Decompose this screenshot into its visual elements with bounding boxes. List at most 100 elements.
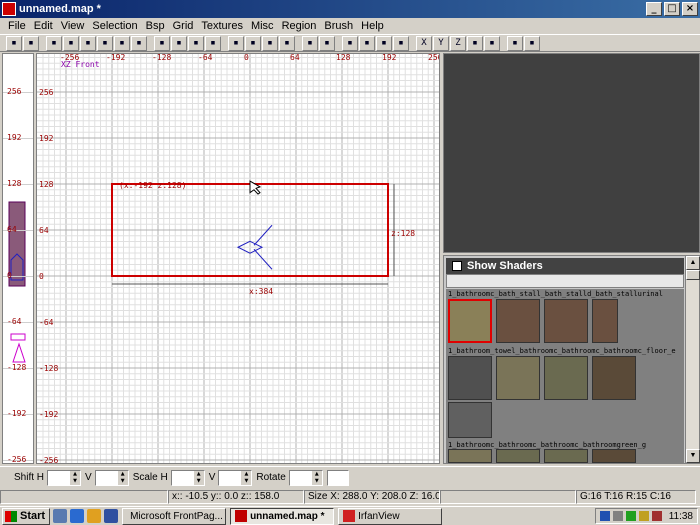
x-tick-label: 192 bbox=[382, 54, 397, 62]
texture-thumbnail[interactable] bbox=[592, 449, 636, 463]
task-irfanview[interactable]: IrfanView bbox=[338, 507, 443, 525]
show-shaders-checkbox[interactable] bbox=[452, 261, 462, 271]
cubic-clip-icon[interactable]: ▪ bbox=[342, 35, 358, 51]
drop-icon[interactable]: ▪ bbox=[507, 35, 523, 51]
rotate-icon[interactable]: ▪ bbox=[393, 35, 409, 51]
texture-thumbnail[interactable] bbox=[448, 402, 492, 438]
flip-x-icon[interactable]: ▪ bbox=[46, 35, 62, 51]
flip-y-icon[interactable]: ▪ bbox=[63, 35, 79, 51]
flip-z-icon[interactable]: ▪ bbox=[80, 35, 96, 51]
hollow-icon[interactable]: ▪ bbox=[262, 35, 278, 51]
texture-thumbnail[interactable] bbox=[448, 356, 492, 400]
texture-filter-field[interactable] bbox=[446, 274, 684, 288]
spinner-arrows-icon[interactable]: ▲ ▼ bbox=[193, 470, 204, 485]
texture-thumbnail[interactable] bbox=[544, 449, 588, 463]
move-icon[interactable]: ▪ bbox=[376, 35, 392, 51]
tray-app-icon[interactable] bbox=[651, 511, 662, 521]
camera-view[interactable] bbox=[443, 53, 700, 253]
display-icon[interactable] bbox=[612, 511, 623, 521]
start-button[interactable]: Start bbox=[2, 507, 51, 525]
shift-h-spinner[interactable]: ▲ ▼ bbox=[47, 469, 82, 486]
title-bar[interactable]: unnamed.map * _ □ × bbox=[0, 0, 700, 18]
select-partial-icon[interactable]: ▪ bbox=[188, 35, 204, 51]
task-radiant[interactable]: unnamed.map * bbox=[230, 507, 335, 525]
spinner-arrows-icon[interactable]: ▲ ▼ bbox=[117, 470, 128, 485]
maximize-button[interactable]: □ bbox=[664, 2, 680, 16]
z-view[interactable]: 320256192128640-64-128-192-256 bbox=[2, 53, 34, 464]
scale-y-icon[interactable]: Y bbox=[433, 35, 449, 51]
select-inside-icon[interactable]: ▪ bbox=[205, 35, 221, 51]
camera-icon[interactable]: ▪ bbox=[359, 35, 375, 51]
scroll-down-arrow-icon[interactable]: ▼ bbox=[686, 449, 700, 463]
close-button[interactable]: × bbox=[682, 2, 698, 16]
media-player-icon[interactable] bbox=[104, 509, 119, 523]
spinner-arrows-icon[interactable]: ▲ ▼ bbox=[70, 470, 81, 485]
menu-textures[interactable]: Textures bbox=[197, 20, 247, 32]
rotate-z-icon[interactable]: ▪ bbox=[131, 35, 147, 51]
open-icon[interactable]: ▪ bbox=[6, 35, 22, 51]
taskbar: Start Microsoft FrontPag... unnamed.map … bbox=[0, 506, 700, 525]
texture-thumbnail[interactable] bbox=[448, 299, 492, 343]
texture-thumbnail[interactable] bbox=[496, 356, 540, 400]
texture-grid[interactable]: 1_bathroomc_bath_stall_bath_stalld_bath_… bbox=[446, 289, 684, 463]
texture-thumbnail[interactable] bbox=[592, 299, 618, 343]
cubic-clip-icon-glyph: ▪ bbox=[347, 37, 353, 48]
show-shaders-bar[interactable]: Show Shaders bbox=[446, 258, 684, 274]
internet-explorer-icon[interactable] bbox=[70, 509, 85, 523]
menu-view[interactable]: View bbox=[57, 20, 89, 32]
menu-grid[interactable]: Grid bbox=[169, 20, 198, 32]
menu-brush[interactable]: Brush bbox=[320, 20, 357, 32]
spinner-arrows-icon[interactable]: ▲ ▼ bbox=[241, 470, 252, 485]
menu-edit[interactable]: Edit bbox=[30, 20, 57, 32]
menu-misc[interactable]: Misc bbox=[247, 20, 278, 32]
texture-thumbnail[interactable] bbox=[544, 356, 588, 400]
shift-v-spinner[interactable]: ▲ ▼ bbox=[94, 469, 129, 486]
minimize-button[interactable]: _ bbox=[646, 2, 662, 16]
scale-v-spinner[interactable]: ▲ ▼ bbox=[218, 469, 253, 486]
texture-thumbnail[interactable] bbox=[448, 449, 492, 463]
csg-subtract-icon[interactable]: ▪ bbox=[228, 35, 244, 51]
menu-selection[interactable]: Selection bbox=[88, 20, 141, 32]
csg-merge-icon[interactable]: ▪ bbox=[245, 35, 261, 51]
menu-file[interactable]: File bbox=[4, 20, 30, 32]
texture-scrollbar[interactable]: ▲ ▼ bbox=[685, 256, 700, 463]
rotate-step-field[interactable] bbox=[326, 469, 349, 486]
texture-view-icon[interactable]: ▪ bbox=[319, 35, 335, 51]
select-touching-icon[interactable]: ▪ bbox=[171, 35, 187, 51]
scroll-thumb[interactable] bbox=[686, 270, 700, 280]
volume-icon[interactable] bbox=[638, 511, 649, 521]
rotate-spinner[interactable]: ▲ ▼ bbox=[288, 469, 323, 486]
change-view-icon[interactable]: ▪ bbox=[302, 35, 318, 51]
menu-region[interactable]: Region bbox=[278, 20, 321, 32]
menu-help[interactable]: Help bbox=[357, 20, 388, 32]
show-entities-icon[interactable]: ▪ bbox=[524, 35, 540, 51]
texture-row-label: 1_bathroomc_bathroomc_bathroomc_bathroom… bbox=[448, 441, 647, 449]
patch-icon[interactable]: ▪ bbox=[467, 35, 483, 51]
selection-size: Size X: 288.0 Y: 208.0 Z: 16.0 bbox=[304, 489, 440, 504]
scale-x-icon[interactable]: X bbox=[416, 35, 432, 51]
texture-thumbnail[interactable] bbox=[544, 299, 588, 343]
scroll-up-arrow-icon[interactable]: ▲ bbox=[686, 256, 700, 270]
show-desktop-icon[interactable] bbox=[53, 509, 68, 523]
xz-front-view[interactable]: -256-192-128-640641281922563202561921286… bbox=[36, 53, 440, 464]
save-icon[interactable]: ▪ bbox=[23, 35, 39, 51]
outlook-express-icon[interactable] bbox=[87, 509, 102, 523]
bend-icon[interactable]: ▪ bbox=[484, 35, 500, 51]
rotate-y-icon[interactable]: ▪ bbox=[114, 35, 130, 51]
texture-thumbnail[interactable] bbox=[592, 356, 636, 400]
rotate-x-icon[interactable]: ▪ bbox=[97, 35, 113, 51]
task-frontpage[interactable]: Microsoft FrontPag... bbox=[122, 507, 227, 525]
menu-bsp[interactable]: Bsp bbox=[142, 20, 169, 32]
antivirus-icon[interactable] bbox=[625, 511, 636, 521]
texture-thumbnail[interactable] bbox=[496, 299, 540, 343]
scale-z-icon[interactable]: Z bbox=[450, 35, 466, 51]
spinner-arrows-icon[interactable]: ▲ ▼ bbox=[311, 470, 322, 485]
texture-browser[interactable]: Show Shaders 1_bathroomc_bath_stall_bath… bbox=[443, 255, 700, 464]
texture-thumbnail[interactable] bbox=[496, 449, 540, 463]
show-entities-icon-glyph: ▪ bbox=[529, 37, 535, 48]
scale-x-icon-glyph: X bbox=[421, 37, 427, 48]
scale-h-spinner[interactable]: ▲ ▼ bbox=[170, 469, 205, 486]
clipper-icon[interactable]: ▪ bbox=[279, 35, 295, 51]
select-complete-icon[interactable]: ▪ bbox=[154, 35, 170, 51]
network-icon[interactable] bbox=[599, 511, 610, 521]
